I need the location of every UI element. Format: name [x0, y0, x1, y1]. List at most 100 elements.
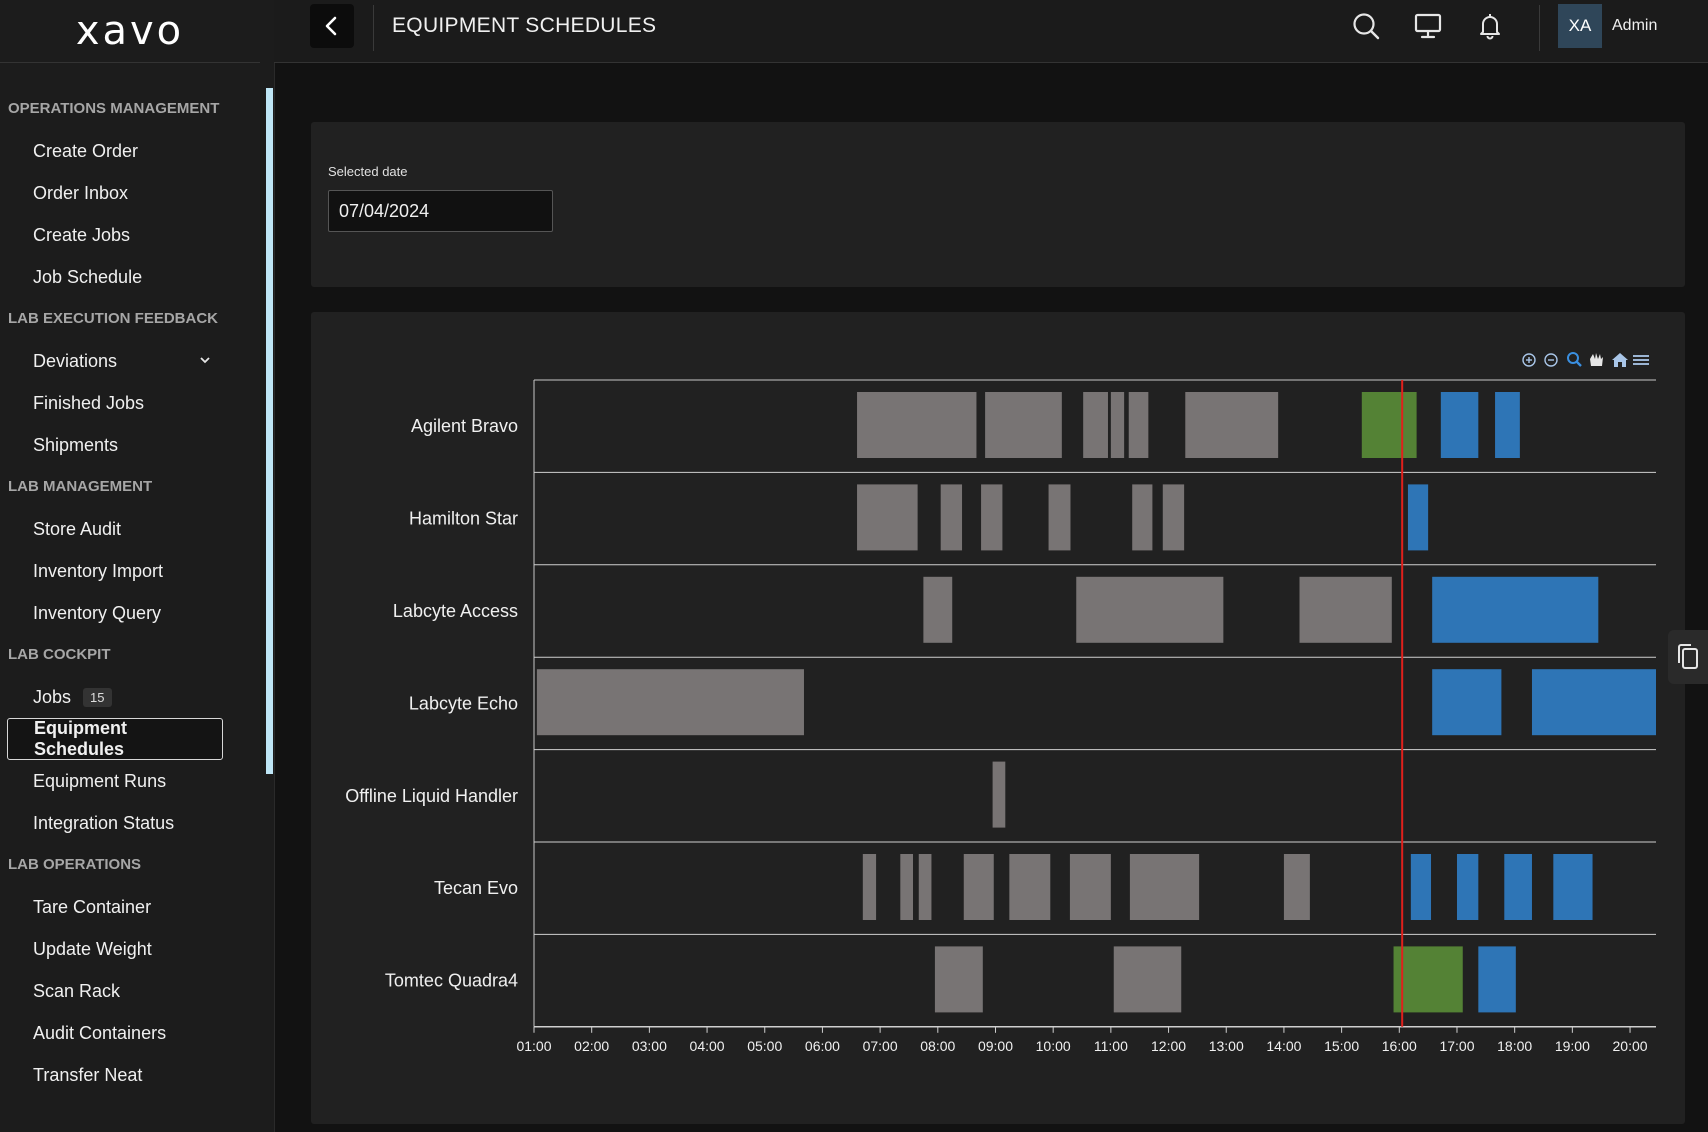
- menu-icon[interactable]: [1633, 355, 1649, 365]
- task-bar-completed[interactable]: [1128, 392, 1149, 458]
- task-bar-completed[interactable]: [1283, 854, 1310, 920]
- zoom-in-icon[interactable]: [1522, 353, 1536, 367]
- back-button[interactable]: [310, 4, 354, 48]
- task-bar-completed[interactable]: [1009, 854, 1051, 920]
- x-tick-label: 15:00: [1324, 1038, 1359, 1054]
- task-bar-completed[interactable]: [985, 392, 1062, 458]
- sidebar-item-equipment-runs[interactable]: Equipment Runs: [7, 760, 223, 802]
- sidebar-item-inventory-query[interactable]: Inventory Query: [7, 592, 223, 634]
- sidebar-item-create-jobs[interactable]: Create Jobs: [7, 214, 223, 256]
- task-bar-completed[interactable]: [1132, 484, 1153, 551]
- task-bar-completed[interactable]: [940, 484, 963, 551]
- date-input[interactable]: 07/04/2024: [328, 190, 553, 232]
- search-button[interactable]: [1348, 8, 1384, 44]
- sidebar-item-label: Update Weight: [33, 938, 152, 959]
- sidebar-item-label: Audit Containers: [33, 1022, 167, 1043]
- task-bar-completed[interactable]: [934, 946, 983, 1013]
- task-bar-completed[interactable]: [1129, 854, 1200, 920]
- user-name[interactable]: Admin: [1612, 17, 1657, 35]
- schedule-timeline-chart: Agilent Bravo Hamilton Star Labcyte Access…: [345, 352, 1656, 1054]
- chart-x-axis: 01:00 02:00 03:00 04:00 05:00 06:00 07:00 08:00…: [516, 1026, 1648, 1054]
- sidebar-item-integration-status[interactable]: Integration Status: [7, 802, 223, 844]
- task-bar-scheduled[interactable]: [1410, 854, 1432, 920]
- sidebar: xavo OPERATIONS MANAGEMENT Create Order Or…: [0, 0, 275, 1132]
- sidebar-item-update-weight[interactable]: Update Weight: [7, 928, 223, 970]
- sidebar-item-label: Transfer Neat: [33, 1064, 143, 1085]
- monitor-button[interactable]: [1410, 8, 1446, 44]
- sidebar-item-transfer-neat[interactable]: Transfer Neat: [7, 1054, 223, 1096]
- task-bar-scheduled[interactable]: [1432, 669, 1502, 736]
- sidebar-item-inventory-import[interactable]: Inventory Import: [7, 550, 223, 592]
- bell-icon: [1480, 14, 1500, 40]
- task-bar-scheduled[interactable]: [1407, 484, 1429, 551]
- task-bar-completed[interactable]: [857, 484, 918, 551]
- task-bar-scheduled[interactable]: [1495, 392, 1520, 458]
- task-bar-scheduled[interactable]: [1456, 854, 1479, 920]
- sidebar-item-scan-rack[interactable]: Scan Rack: [7, 970, 223, 1012]
- task-bar-completed[interactable]: [857, 392, 977, 458]
- sidebar-nav: OPERATIONS MANAGEMENT Create Order Order I…: [0, 88, 266, 1132]
- x-tick-label: 09:00: [978, 1038, 1013, 1054]
- task-bar-completed[interactable]: [923, 576, 953, 643]
- row-label: Agilent Bravo: [411, 416, 518, 436]
- avatar[interactable]: XA: [1558, 4, 1602, 48]
- reset-home-icon[interactable]: [1612, 353, 1628, 367]
- task-bar-completed[interactable]: [1299, 576, 1392, 643]
- task-bar-completed[interactable]: [1113, 946, 1182, 1013]
- task-bar-completed[interactable]: [1076, 576, 1224, 643]
- task-bar-completed[interactable]: [992, 761, 1006, 828]
- chart-bars: [536, 392, 1656, 1013]
- x-tick-label: 06:00: [805, 1038, 840, 1054]
- date-label: Selected date: [328, 164, 408, 179]
- task-bar-scheduled[interactable]: [1531, 669, 1656, 736]
- sidebar-item-label: Deviations: [33, 350, 118, 371]
- copy-tab-button[interactable]: [1668, 630, 1708, 684]
- task-bar-completed[interactable]: [1110, 392, 1125, 458]
- pan-icon[interactable]: [1590, 353, 1603, 366]
- chevron-left-icon: [325, 16, 337, 36]
- task-bar-running[interactable]: [1393, 946, 1463, 1013]
- task-bar-scheduled[interactable]: [1553, 854, 1593, 920]
- copy-icon: [1678, 644, 1698, 669]
- task-bar-completed[interactable]: [1069, 854, 1111, 920]
- task-bar-scheduled[interactable]: [1432, 576, 1599, 643]
- sidebar-item-store-audit[interactable]: Store Audit: [7, 508, 223, 550]
- app-logo[interactable]: xavo: [0, 0, 260, 63]
- task-bar-completed[interactable]: [963, 854, 994, 920]
- sidebar-item-tare-container[interactable]: Tare Container: [7, 886, 223, 928]
- x-tick-label: 12:00: [1151, 1038, 1186, 1054]
- sidebar-item-finished-jobs[interactable]: Finished Jobs: [7, 382, 223, 424]
- task-bar-completed[interactable]: [862, 854, 877, 920]
- sidebar-item-deviations[interactable]: Deviations: [7, 340, 223, 382]
- task-bar-scheduled[interactable]: [1478, 946, 1516, 1013]
- task-bar-completed[interactable]: [918, 854, 932, 920]
- sidebar-item-order-inbox[interactable]: Order Inbox: [7, 172, 223, 214]
- task-bar-scheduled[interactable]: [1504, 854, 1532, 920]
- page-title: EQUIPMENT SCHEDULES: [392, 14, 657, 37]
- sidebar-item-audit-containers[interactable]: Audit Containers: [7, 1012, 223, 1054]
- sidebar-item-label: Create Order: [33, 140, 139, 161]
- monitor-icon: [1414, 13, 1442, 39]
- row-label: Tomtec Quadra4: [385, 971, 518, 991]
- sidebar-scrollbar[interactable]: [266, 88, 273, 774]
- task-bar-completed[interactable]: [1048, 484, 1071, 551]
- date-filter-card: Selected date 07/04/2024: [311, 122, 1685, 287]
- chevron-down-icon[interactable]: [199, 354, 211, 366]
- zoom-out-icon[interactable]: [1544, 353, 1558, 367]
- task-bar-completed[interactable]: [536, 669, 804, 736]
- sidebar-item-create-order[interactable]: Create Order: [7, 130, 223, 172]
- task-bar-running[interactable]: [1361, 392, 1417, 458]
- task-bar-scheduled[interactable]: [1440, 392, 1479, 458]
- task-bar-completed[interactable]: [981, 484, 1003, 551]
- task-bar-completed[interactable]: [1083, 392, 1108, 458]
- task-bar-completed[interactable]: [1185, 392, 1279, 458]
- task-bar-completed[interactable]: [900, 854, 913, 920]
- sidebar-item-label: Equipment Schedules: [34, 718, 127, 759]
- sidebar-item-equipment-schedules[interactable]: Equipment Schedules: [7, 718, 223, 760]
- sidebar-item-job-schedule[interactable]: Job Schedule: [7, 256, 223, 298]
- task-bar-completed[interactable]: [1162, 484, 1185, 551]
- sidebar-item-shipments[interactable]: Shipments: [7, 424, 223, 466]
- sidebar-item-jobs[interactable]: Jobs 15: [7, 676, 223, 718]
- notifications-button[interactable]: [1472, 8, 1508, 44]
- selection-zoom-icon[interactable]: [1567, 352, 1582, 367]
